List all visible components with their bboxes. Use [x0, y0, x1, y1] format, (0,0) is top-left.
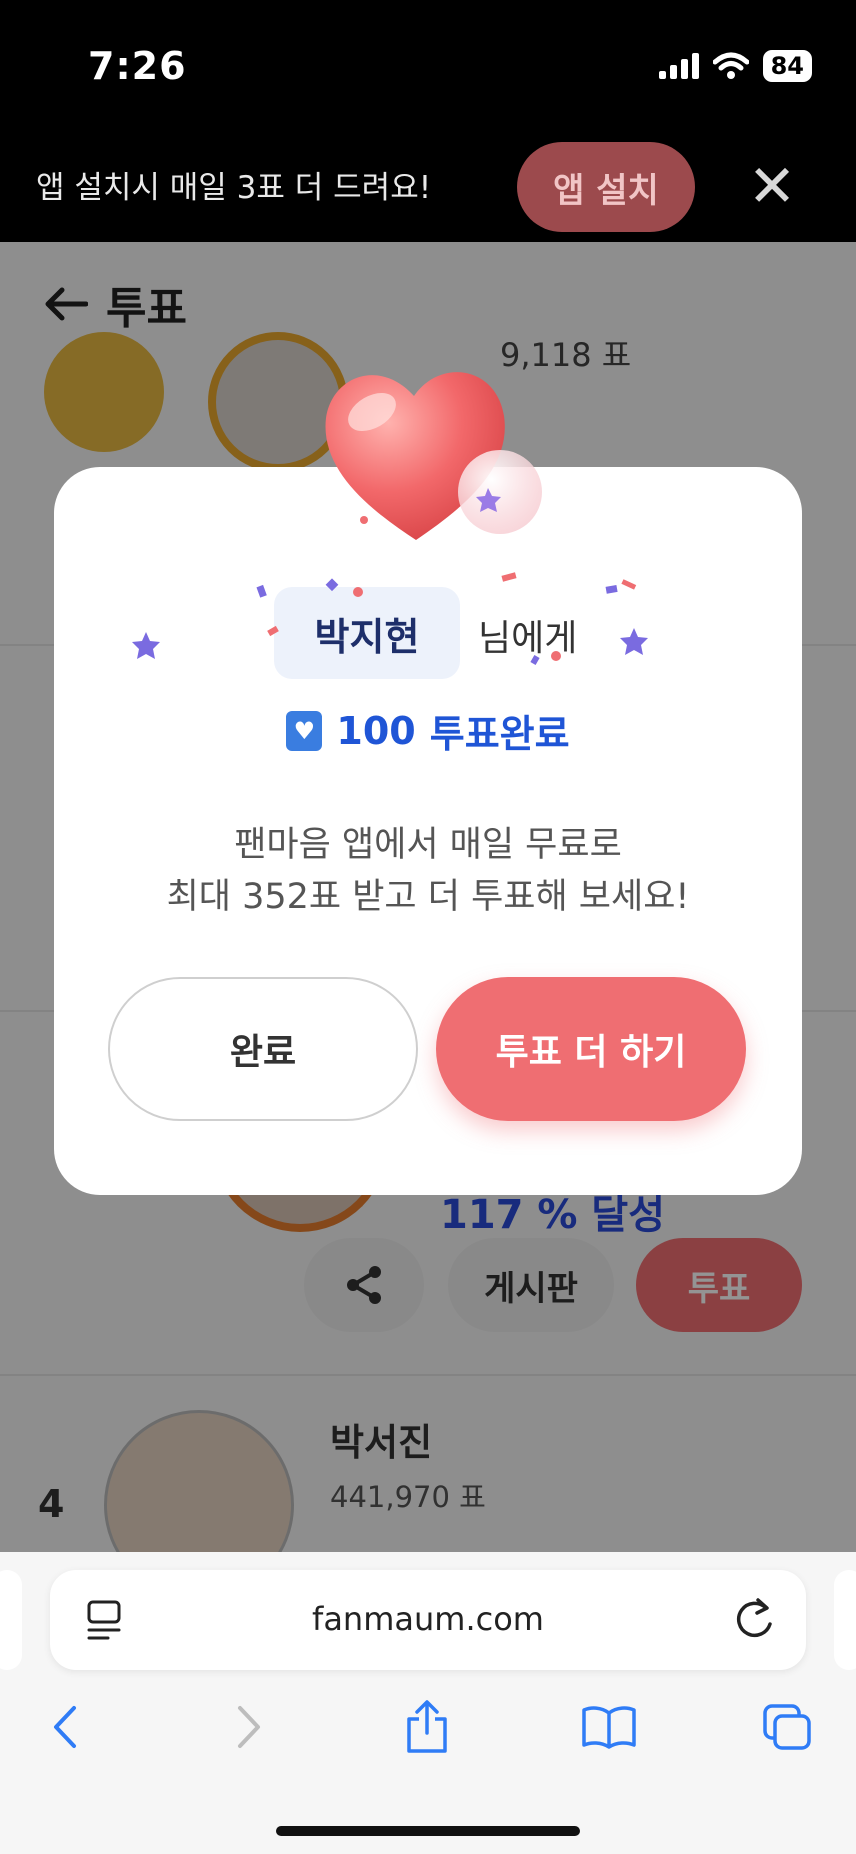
next-tab-edge[interactable] — [834, 1570, 856, 1670]
status-bar: 7:26 84 — [0, 0, 856, 132]
wifi-icon — [712, 52, 749, 79]
vote-more-button[interactable]: 투표 더 하기 — [436, 977, 746, 1121]
install-banner-text: 앱 설치시 매일 3표 더 드려요! — [36, 170, 432, 206]
vote-count: 100 — [336, 708, 416, 753]
chevron-right-icon — [238, 1706, 260, 1748]
forward-button[interactable] — [214, 1692, 284, 1762]
tabs-icon — [763, 1704, 811, 1750]
book-icon — [582, 1706, 636, 1749]
modal-message: 팬마음 앱에서 매일 무료로 최대 352표 받고 더 투표해 보세요! — [54, 819, 802, 923]
modal-message-line1: 팬마음 앱에서 매일 무료로 — [234, 825, 622, 865]
battery-indicator: 84 — [762, 50, 812, 82]
confetti-decoration — [132, 572, 648, 665]
previous-tab-edge[interactable] — [0, 1570, 22, 1670]
browser-nav — [0, 1692, 856, 1782]
signal-icon — [658, 53, 699, 79]
address-bar[interactable]: fanmaum.com — [50, 1570, 806, 1670]
vote-done-label: 투표완료 — [429, 712, 570, 756]
done-button[interactable]: 완료 — [108, 977, 418, 1121]
close-banner-icon[interactable]: ✕ — [742, 156, 802, 216]
reload-icon[interactable] — [732, 1596, 776, 1642]
share-upload-icon — [407, 1700, 447, 1753]
chevron-left-icon — [54, 1706, 76, 1748]
bookmarks-button[interactable] — [574, 1692, 644, 1762]
home-indicator — [276, 1826, 580, 1836]
back-button[interactable] — [30, 1692, 100, 1762]
install-banner: 앱 설치시 매일 3표 더 드려요! 앱 설치 ✕ — [0, 132, 856, 242]
share-page-button[interactable] — [392, 1692, 462, 1762]
tabs-button[interactable] — [752, 1692, 822, 1762]
heart-illustration — [325, 372, 542, 540]
vote-complete-status: ♥ 100 투표완료 — [54, 703, 802, 758]
modal-message-line2: 최대 352표 받고 더 투표해 보세요! — [166, 877, 690, 917]
url-text: fanmaum.com — [312, 1600, 544, 1638]
browser-toolbar: fanmaum.com — [0, 1552, 856, 1854]
status-icons: 84 — [658, 50, 812, 82]
status-time: 7:26 — [88, 44, 187, 88]
heart-badge-icon: ♥ — [286, 710, 323, 751]
install-app-button[interactable]: 앱 설치 — [517, 142, 695, 232]
